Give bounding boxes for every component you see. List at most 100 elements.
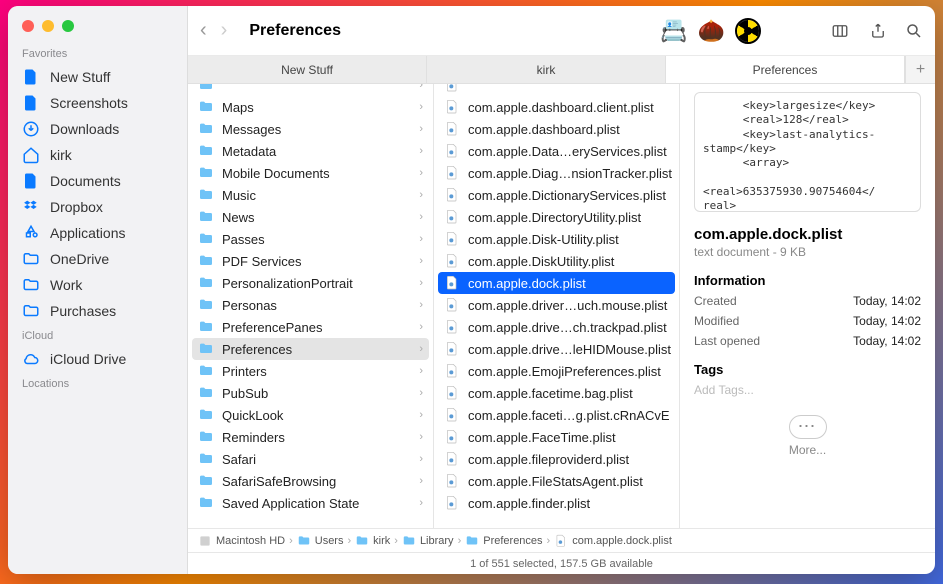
file-row[interactable]: com.apple.facetime.bag.plist <box>434 382 679 404</box>
plist-file-icon <box>444 363 460 379</box>
dropbox-icon <box>22 198 40 216</box>
file-row[interactable]: com.apple.DiskUtility.plist <box>434 250 679 272</box>
folder-row[interactable]: SafariSafeBrowsing› <box>188 470 433 492</box>
chevron-right-icon: › <box>419 211 423 223</box>
folder-icon <box>198 297 214 313</box>
toolbar-app-icons: 📇 🌰 <box>660 18 761 44</box>
close-button[interactable] <box>22 20 34 32</box>
file-row[interactable]: com.apple.FileStatsAgent.plist <box>434 470 679 492</box>
folder-row[interactable]: Passes› <box>188 228 433 250</box>
file-name: com.apple.faceti…g.plist.cRnACvE <box>468 408 670 423</box>
sidebar-item[interactable]: Dropbox <box>8 194 187 220</box>
sidebar-item[interactable]: Downloads <box>8 116 187 142</box>
file-row[interactable]: com.apple.EmojiPreferences.plist <box>434 360 679 382</box>
folder-column[interactable]: x›Maps›Messages›Metadata›Mobile Document… <box>188 84 434 528</box>
view-columns-button[interactable] <box>829 22 851 40</box>
file-row[interactable]: com.apple.drive…ch.trackpad.plist <box>434 316 679 338</box>
sidebar-item[interactable]: OneDrive <box>8 246 187 272</box>
tab[interactable]: New Stuff <box>188 56 427 83</box>
path-separator-icon: › <box>547 535 551 547</box>
plist-file-icon <box>444 275 460 291</box>
folder-row[interactable]: PersonalizationPortrait› <box>188 272 433 294</box>
share-button[interactable] <box>869 22 887 40</box>
folder-row[interactable]: Personas› <box>188 294 433 316</box>
folder-row[interactable]: Messages› <box>188 118 433 140</box>
folder-icon <box>198 451 214 467</box>
plist-file-icon <box>444 297 460 313</box>
path-segment[interactable]: Library <box>402 534 454 548</box>
file-row[interactable]: com.apple.FaceTime.plist <box>434 426 679 448</box>
folder-row[interactable]: Metadata› <box>188 140 433 162</box>
folder-row[interactable]: Music› <box>188 184 433 206</box>
file-row[interactable]: com.apple.dashboard.plist <box>434 118 679 140</box>
file-row[interactable]: com.apple.finder.plist <box>434 492 679 514</box>
sidebar-item[interactable]: Documents <box>8 168 187 194</box>
folder-row[interactable]: Reminders› <box>188 426 433 448</box>
folder-icon <box>22 276 40 294</box>
sidebar-item[interactable]: iCloud Drive <box>8 346 187 372</box>
folder-row[interactable]: Printers› <box>188 360 433 382</box>
path-segment[interactable]: kirk <box>355 534 390 548</box>
file-row[interactable]: com.apple.dock.plist <box>438 272 675 294</box>
folder-icon <box>198 99 214 115</box>
scanner-app-icon[interactable]: 📇 <box>660 18 687 44</box>
path-bar[interactable]: Macintosh HD›Users›kirk›Library›Preferen… <box>188 528 935 552</box>
path-segment[interactable]: Macintosh HD <box>198 534 285 548</box>
file-row[interactable]: com.apple.dashboard.client.plist <box>434 96 679 118</box>
new-tab-button[interactable]: + <box>905 56 935 83</box>
folder-icon <box>198 473 214 489</box>
chevron-right-icon: › <box>419 343 423 355</box>
file-row[interactable]: com.apple.Disk-Utility.plist <box>434 228 679 250</box>
sidebar-item[interactable]: Applications <box>8 220 187 246</box>
zoom-button[interactable] <box>62 20 74 32</box>
sidebar-item[interactable]: Work <box>8 272 187 298</box>
file-row[interactable]: com.apple.faceti…g.plist.cRnACvE <box>434 404 679 426</box>
preview-more: ⋯ More... <box>694 415 921 457</box>
folder-row[interactable]: QuickLook› <box>188 404 433 426</box>
file-name: com.apple.Disk-Utility.plist <box>468 232 619 247</box>
minimize-button[interactable] <box>42 20 54 32</box>
acorn-app-icon[interactable]: 🌰 <box>698 18 725 44</box>
file-row[interactable]: com.apple.DirectoryUtility.plist <box>434 206 679 228</box>
search-button[interactable] <box>905 22 923 40</box>
folder-row[interactable]: Maps› <box>188 96 433 118</box>
plist-file-icon <box>444 231 460 247</box>
sidebar-item[interactable]: New Stuff <box>8 64 187 90</box>
back-button[interactable]: ‹ <box>200 19 207 42</box>
sidebar-item[interactable]: kirk <box>8 142 187 168</box>
file-row[interactable]: com.apple.driver…uch.mouse.plist <box>434 294 679 316</box>
plist-file-icon <box>444 473 460 489</box>
file-row[interactable]: com.apple.Diag…nsionTracker.plist <box>434 162 679 184</box>
forward-button[interactable]: › <box>221 19 228 42</box>
tags-input[interactable]: Add Tags... <box>694 383 921 397</box>
folder-row[interactable]: PubSub› <box>188 382 433 404</box>
folder-icon <box>198 341 214 357</box>
more-label[interactable]: More... <box>694 443 921 457</box>
folder-row[interactable]: PreferencePanes› <box>188 316 433 338</box>
folder-row[interactable]: Saved Application State› <box>188 492 433 514</box>
folder-row[interactable]: Mobile Documents› <box>188 162 433 184</box>
folder-name: News <box>222 210 255 225</box>
path-segment[interactable]: com.apple.dock.plist <box>554 534 672 548</box>
folder-row[interactable]: Preferences› <box>192 338 429 360</box>
radiation-app-icon[interactable] <box>735 18 761 44</box>
folder-row[interactable]: News › <box>188 206 433 228</box>
sidebar-item[interactable]: Purchases <box>8 298 187 324</box>
path-segment[interactable]: Preferences <box>465 534 542 548</box>
file-row[interactable]: com.apple.DictionaryServices.plist <box>434 184 679 206</box>
chevron-right-icon: › <box>419 233 423 245</box>
folder-row[interactable]: Safari› <box>188 448 433 470</box>
more-actions-button[interactable]: ⋯ <box>789 415 827 439</box>
tab[interactable]: Preferences <box>666 56 905 83</box>
file-row[interactable]: com.apple.fileproviderd.plist <box>434 448 679 470</box>
folder-row[interactable]: PDF Services› <box>188 250 433 272</box>
file-row[interactable]: com.apple.drive…leHIDMouse.plist <box>434 338 679 360</box>
modified-value: Today, 14:02 <box>853 314 921 328</box>
path-segment[interactable]: Users <box>297 534 344 548</box>
file-column[interactable]: xcom.apple.dashboard.client.plistcom.app… <box>434 84 680 528</box>
tab[interactable]: kirk <box>427 56 666 83</box>
file-row[interactable]: com.apple.Data…eryServices.plist <box>434 140 679 162</box>
sidebar-item[interactable]: Screenshots <box>8 90 187 116</box>
path-label: Users <box>315 535 344 547</box>
folder-icon <box>297 534 311 548</box>
